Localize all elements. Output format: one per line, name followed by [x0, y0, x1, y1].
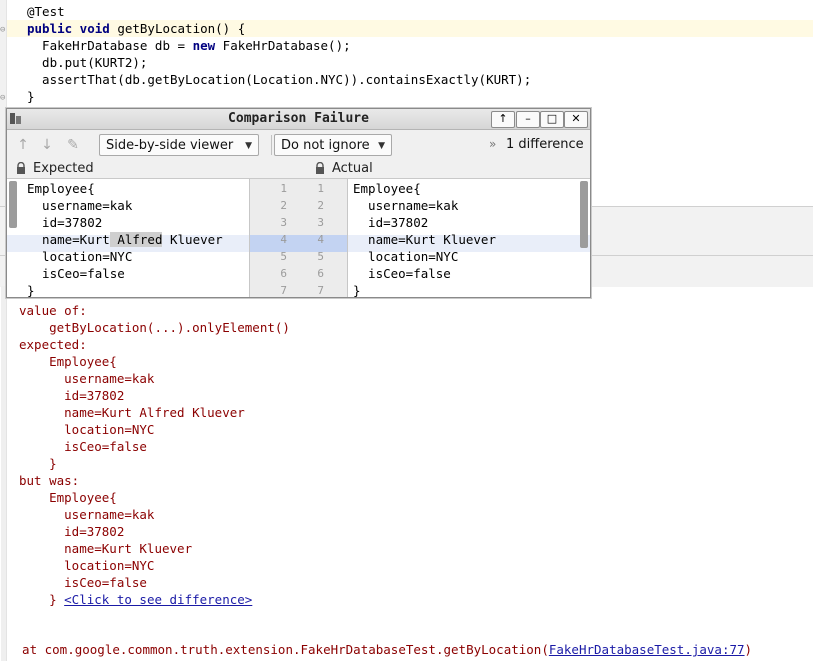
fold-icon[interactable]: ⊖ — [0, 93, 10, 103]
line-number: 3 — [280, 216, 287, 229]
code-line: Employee{ — [353, 181, 421, 196]
line-number: 5 — [280, 250, 287, 263]
line-number: 1 — [317, 182, 324, 195]
console-text: } — [19, 592, 65, 607]
code-line: location=NYC — [353, 249, 459, 264]
edit-source-icon[interactable]: ✎ — [65, 137, 81, 153]
run-console[interactable]: value of: getByLocation(...).onlyElement… — [1, 286, 813, 661]
pane-labels: Expected Actual — [7, 159, 590, 178]
console-line: isCeo=false — [19, 575, 147, 590]
code-line: @Test — [27, 4, 65, 19]
console-line: location=NYC — [19, 558, 155, 573]
code-line: } — [353, 283, 361, 297]
see-difference-link[interactable]: <Click to see difference> — [64, 592, 252, 607]
line-number: 7 — [317, 284, 324, 297]
expected-pane[interactable]: Employee{ username=kak id=37802 name=Kur… — [7, 179, 249, 297]
code-line: name=Kurt Kluever — [353, 232, 496, 247]
stack-trace-text: at com.google.common.truth.extension.Fak… — [7, 642, 549, 657]
lock-icon[interactable] — [315, 162, 325, 174]
console-line: Employee{ — [19, 490, 117, 505]
console-line: getByLocation(...).onlyElement() — [19, 320, 290, 335]
console-line: name=Kurt Alfred Kluever — [19, 405, 245, 420]
line-text: Kluever — [162, 232, 223, 247]
line-number: 6 — [280, 267, 287, 280]
console-line: value of: — [19, 303, 87, 318]
dialog-titlebar[interactable]: Comparison Failure ↑ – □ ✕ — [7, 109, 590, 130]
console-line: id=37802 — [19, 388, 125, 403]
code-line: FakeHrDatabase db = new FakeHrDatabase()… — [27, 38, 351, 53]
close-button[interactable]: ✕ — [564, 111, 588, 128]
line-number: 4 — [317, 233, 324, 246]
diff-toolbar: ↑ ↓ ✎ Side-by-side viewer ▼ Do not ignore… — [7, 130, 590, 159]
difference-count: 1 difference — [506, 137, 584, 152]
previous-difference-icon[interactable]: ↑ — [15, 137, 31, 153]
line-number: 1 — [280, 182, 287, 195]
fold-icon[interactable]: ⊖ — [0, 25, 10, 35]
maximize-button[interactable]: □ — [540, 111, 564, 128]
code-line: assertThat(db.getByLocation(Location.NYC… — [27, 72, 532, 87]
scrollbar[interactable] — [9, 181, 17, 228]
minimize-button[interactable]: – — [516, 111, 540, 128]
code-line: id=37802 — [27, 215, 103, 230]
code-line: username=kak — [27, 198, 133, 213]
chevron-down-icon: ▼ — [245, 141, 252, 151]
code-line: username=kak — [353, 198, 459, 213]
console-line: expected: — [19, 337, 87, 352]
console-gutter — [1, 286, 6, 661]
toolbar-separator — [271, 135, 272, 155]
chevron-down-icon: ▼ — [378, 141, 385, 151]
code-line: name=Kurt Alfred Kluever — [27, 231, 223, 248]
line-number: 2 — [317, 199, 324, 212]
console-line: } — [19, 456, 57, 471]
code-line: location=NYC — [27, 249, 133, 264]
code-line: public void getByLocation() { — [27, 21, 246, 36]
source-file-link[interactable]: FakeHrDatabaseTest.java:77 — [549, 642, 745, 657]
console-line: username=kak — [19, 371, 155, 386]
console-line: name=Kurt Kluever — [19, 541, 193, 556]
line-number: 3 — [317, 216, 324, 229]
console-line: username=kak — [19, 507, 155, 522]
line-number: 5 — [317, 250, 324, 263]
code-line: isCeo=false — [353, 266, 451, 281]
stack-trace-line: at com.google.common.truth.extension.Fak… — [7, 641, 752, 658]
scrollbar[interactable] — [580, 181, 588, 248]
console-line: location=NYC — [19, 422, 155, 437]
next-difference-icon[interactable]: ↓ — [39, 137, 55, 153]
console-line: Employee{ — [19, 354, 117, 369]
code-line: Employee{ — [27, 181, 95, 196]
lock-icon[interactable] — [16, 162, 26, 174]
diff-panes: Employee{ username=kak id=37802 name=Kur… — [7, 178, 590, 297]
code-line: } — [27, 89, 35, 104]
console-line: id=37802 — [19, 524, 125, 539]
whitespace-select[interactable]: Do not ignore ▼ — [274, 134, 392, 156]
actual-label: Actual — [332, 161, 373, 176]
line-text: name=Kurt — [27, 232, 110, 247]
line-number-gutter: 1 1 2 2 3 3 4 4 5 5 6 6 7 7 — [249, 179, 348, 297]
line-number: 4 — [280, 233, 287, 246]
line-number: 2 — [280, 199, 287, 212]
viewer-select[interactable]: Side-by-side viewer ▼ — [99, 134, 259, 156]
changed-word-highlight: Alfred — [109, 232, 163, 247]
code-line: id=37802 — [353, 215, 429, 230]
expected-label: Expected — [33, 161, 94, 176]
line-number: 6 — [317, 267, 324, 280]
console-line: isCeo=false — [19, 439, 147, 454]
console-line: } <Click to see difference> — [19, 591, 252, 608]
stack-trace-text: ) — [744, 642, 753, 657]
console-line: but was: — [19, 473, 80, 488]
actual-pane[interactable]: Employee{ username=kak id=37802 name=Kur… — [348, 179, 590, 297]
keep-on-top-button[interactable]: ↑ — [491, 111, 515, 128]
code-line: isCeo=false — [27, 266, 125, 281]
comparison-failure-dialog: Comparison Failure ↑ – □ ✕ ↑ ↓ ✎ Side-by… — [6, 108, 591, 298]
code-line: db.put(KURT2); — [27, 55, 148, 70]
more-actions-icon[interactable]: » — [489, 137, 496, 151]
code-line: } — [27, 283, 35, 297]
line-number: 7 — [280, 284, 287, 297]
